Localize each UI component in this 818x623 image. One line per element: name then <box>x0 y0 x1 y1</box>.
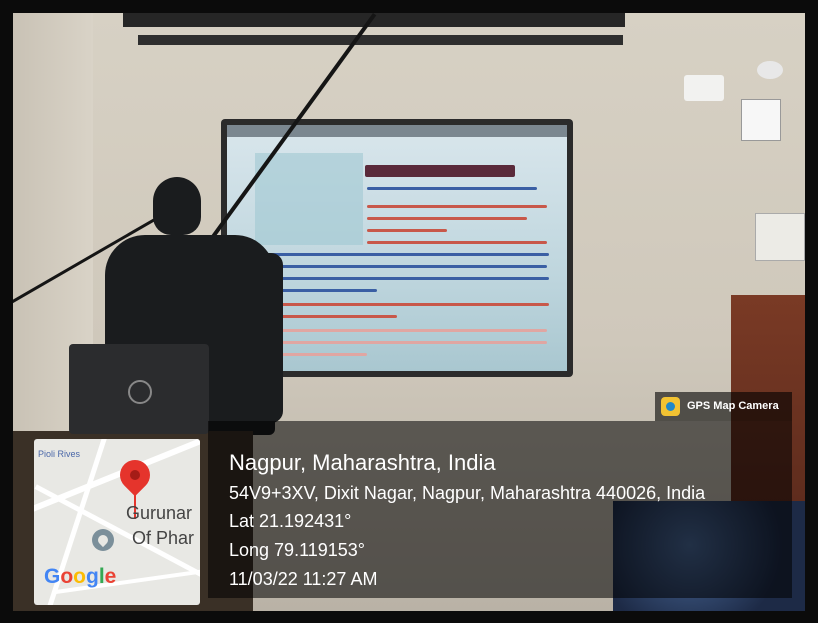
date-time: 11/03/22 11:27 AM <box>229 569 378 589</box>
location-title: Nagpur, Maharashtra, India <box>229 450 496 475</box>
slide-text-line <box>249 277 549 280</box>
wall-switchboard <box>755 213 805 261</box>
map-label-river: Pioli Rives <box>38 449 81 459</box>
slide-text-line <box>249 253 549 256</box>
map-thumbnail: Pioli Rives Gurunar Of Phar Google <box>34 439 200 605</box>
slide-diagram <box>255 153 363 245</box>
map-place-label: Of Phar <box>132 528 195 548</box>
badge-label: GPS Map Camera <box>687 400 779 412</box>
slide-text-line <box>249 303 549 306</box>
slide-text-line <box>367 241 547 244</box>
google-letter: e <box>104 565 117 588</box>
google-letter: g <box>86 565 99 588</box>
google-logo: Google <box>44 565 116 589</box>
map-place-label: Gurunar <box>126 503 193 523</box>
no-phone-sign <box>741 99 781 141</box>
slide-text-line <box>257 341 547 344</box>
slide-text-line <box>257 265 547 268</box>
laptop-logo-icon <box>128 380 152 404</box>
wifi-router <box>684 75 724 101</box>
slide-heading <box>365 165 515 177</box>
gps-map-camera-badge: GPS Map Camera <box>655 392 792 421</box>
place-marker-icon <box>92 529 114 551</box>
slide-text-line <box>367 205 547 208</box>
google-letter: o <box>73 565 86 588</box>
slide-text-line <box>257 329 547 332</box>
slide-text-line <box>367 187 537 190</box>
slide-text-line <box>367 229 447 232</box>
slide-titlebar <box>227 125 567 137</box>
location-address: 54V9+3XV, Dixit Nagar, Nagpur, Maharasht… <box>229 483 706 503</box>
photo-frame: GPS Map Camera Nagpur, Maharashtra, Indi… <box>0 0 818 623</box>
slide-text-line <box>367 217 527 220</box>
gps-camera-icon <box>661 397 680 416</box>
google-letter: G <box>44 565 61 588</box>
latitude: Lat 21.192431° <box>229 511 352 531</box>
cctv-camera <box>757 61 783 79</box>
presenter-head <box>153 177 201 235</box>
longitude: Long 79.119153° <box>229 540 365 560</box>
google-letter: o <box>60 565 74 588</box>
projector-screen-roll <box>138 35 623 45</box>
presenter-arm <box>255 253 283 423</box>
